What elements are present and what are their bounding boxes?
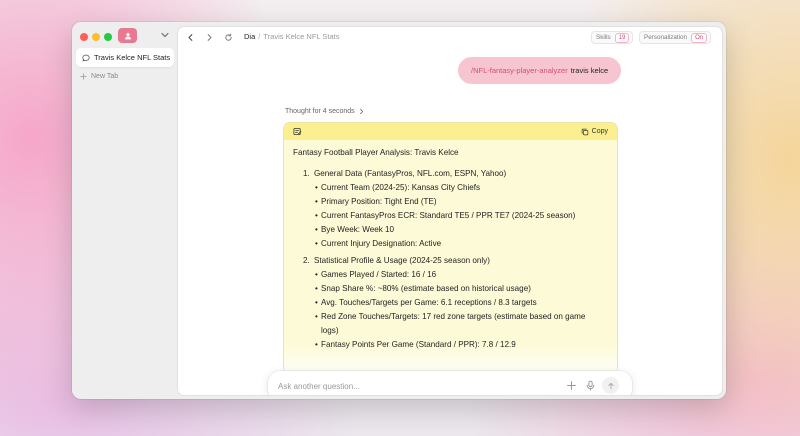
list-item-continuation: logs) (321, 326, 339, 335)
command-argument: travis kelce (570, 66, 609, 75)
section-number: 2. (303, 256, 310, 265)
copy-icon (581, 128, 588, 135)
close-window-button[interactable] (80, 33, 88, 41)
section-general-data: 1. General Data (FantasyPros, NFL.com, ES… (303, 167, 607, 251)
section-statistical-profile: 2. Statistical Profile & Usage (2024-25 s… (303, 254, 607, 352)
copy-label: Copy (591, 128, 608, 135)
ask-input[interactable] (278, 380, 528, 392)
profile-button[interactable] (118, 28, 137, 43)
personalization-label: Personalization (644, 34, 688, 41)
window-controls (80, 33, 112, 41)
microphone-icon[interactable] (585, 380, 596, 391)
list-item: • Current FantasyPros ECR: Standard TE5 /… (315, 211, 576, 220)
list-item: • Snap Share %: ~80% (estimate based on h… (315, 284, 531, 293)
skill-command: /NFL-fantasy-player-analyzer (471, 66, 568, 75)
sidebar-tab-travis-kelce[interactable]: Travis Kelce NFL Stats (76, 48, 174, 67)
skills-count-badge: 19 (614, 32, 630, 43)
skills-button[interactable]: Skills 19 (591, 31, 634, 44)
main-content: Dia / Travis Kelce NFL Stats Skills 19 Per… (178, 27, 722, 395)
plus-icon (80, 73, 87, 80)
chevron-down-icon[interactable] (160, 30, 170, 40)
personalization-toggle[interactable]: Personalization On (639, 31, 712, 44)
list-item: • Current Team (2024-25): Kansas City Chi… (315, 183, 481, 192)
list-item-text: Avg. Touches/Targets per Game: 6.1 recep… (321, 298, 537, 307)
bullet-list: • Current Team (2024-25): Kansas City Chi… (315, 181, 607, 251)
toolbar: Dia / Travis Kelce NFL Stats Skills 19 Per… (178, 27, 722, 48)
list-item-text: Bye Week: Week 10 (321, 225, 395, 234)
minimize-window-button[interactable] (92, 33, 100, 41)
new-tab-label: New Tab (91, 73, 119, 80)
list-item: • Avg. Touches/Targets per Game: 6.1 rece… (315, 298, 537, 307)
send-button[interactable] (602, 377, 619, 394)
list-item-text: Snap Share %: ~80% (estimate based on hi… (321, 284, 531, 293)
list-item-text: Primary Position: Tight End (TE) (321, 197, 437, 206)
plus-icon[interactable] (566, 380, 577, 391)
list-item-text: Red Zone Touches/Targets: 17 red zone ta… (321, 312, 586, 321)
arrow-up-icon (607, 382, 614, 389)
thought-label: Thought for 4 seconds (285, 108, 355, 115)
forward-icon[interactable] (205, 33, 214, 42)
sidebar: Travis Kelce NFL Stats New Tab (72, 22, 178, 399)
person-icon (124, 32, 131, 39)
list-item-text: Games Played / Started: 16 / 16 (321, 270, 437, 279)
list-item-text: Fantasy Points Per Game (Standard / PPR)… (321, 340, 516, 349)
browser-window: Travis Kelce NFL Stats New Tab Dia / Travi… (72, 22, 726, 399)
maximize-window-button[interactable] (104, 33, 112, 41)
new-tab-button[interactable]: New Tab (80, 73, 118, 80)
thought-toggle[interactable]: Thought for 4 seconds (285, 108, 365, 115)
user-message: /NFL-fantasy-player-analyzer travis kelc… (458, 57, 622, 84)
bullet-list: • Games Played / Started: 16 / 16 • Snap S… (315, 268, 607, 352)
section-heading-text: General Data (FantasyPros, NFL.com, ESPN… (314, 169, 507, 178)
section-number: 1. (303, 169, 310, 178)
breadcrumb-app[interactable]: Dia (244, 32, 255, 41)
list-item-text: Current FantasyPros ECR: Standard TE5 / … (321, 211, 576, 220)
sidebar-tab-label: Travis Kelce NFL Stats (94, 53, 171, 62)
list-item: • Fantasy Points Per Game (Standard / PPR… (315, 340, 516, 349)
ask-bar (268, 371, 632, 395)
breadcrumb: Dia / Travis Kelce NFL Stats (244, 32, 340, 41)
reload-icon[interactable] (224, 33, 233, 42)
copy-button[interactable]: Copy (581, 128, 608, 136)
back-icon[interactable] (186, 33, 195, 42)
list-item-text: Current Injury Designation: Active (321, 239, 442, 248)
card-body: Fantasy Football Player Analysis: Travis… (284, 140, 617, 373)
section-heading: 1. General Data (FantasyPros, NFL.com, ES… (303, 167, 607, 181)
list-item: • Bye Week: Week 10 (315, 225, 395, 234)
section-heading-text: Statistical Profile & Usage (2024-25 sea… (314, 256, 490, 265)
analysis-title: Fantasy Football Player Analysis: Travis… (293, 148, 459, 157)
card-header: Copy (284, 123, 617, 140)
skills-label: Skills (596, 34, 611, 41)
list-item: • Red Zone Touches/Targets: 17 red zone t… (315, 310, 607, 338)
chat-bubble-icon (82, 54, 90, 62)
list-item: • Primary Position: Tight End (TE) (315, 197, 437, 206)
chevron-right-icon (359, 108, 363, 115)
list-item-text: Current Team (2024-25): Kansas City Chie… (321, 183, 481, 192)
response-card: Copy Fantasy Football Player Analysis: T… (284, 123, 617, 373)
list-item: • Current Injury Designation: Active (315, 239, 442, 248)
breadcrumb-page-title: Travis Kelce NFL Stats (263, 32, 340, 41)
list-item: • Games Played / Started: 16 / 16 (315, 270, 437, 279)
section-heading: 2. Statistical Profile & Usage (2024-25 s… (303, 254, 607, 268)
breadcrumb-separator: / (258, 32, 261, 41)
personalization-state-badge: On (691, 32, 708, 43)
note-icon (293, 127, 302, 136)
